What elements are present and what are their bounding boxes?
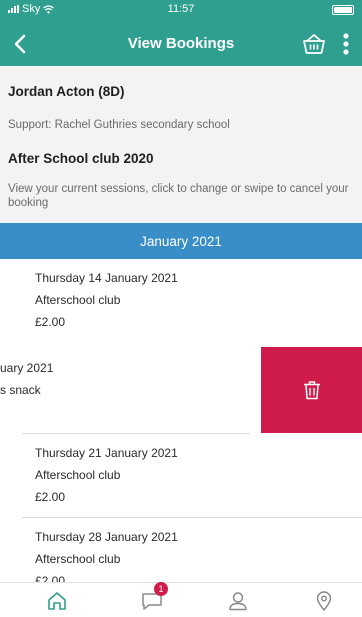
- swiped-row-content[interactable]: uary 2021 s snack: [0, 347, 262, 433]
- booking-date: Thursday 21 January 2021: [35, 446, 178, 460]
- booking-session: Afterschool club: [35, 552, 121, 566]
- booking-price: £2.00: [35, 574, 66, 582]
- cancel-booking-button[interactable]: [261, 347, 362, 433]
- messages-badge: 1: [154, 582, 168, 596]
- booking-info: Jordan Acton (8D) Support: Rachel Guthri…: [0, 66, 362, 223]
- month-label: January 2021: [140, 233, 222, 249]
- support-text: Support: Rachel Guthries secondary schoo…: [8, 119, 230, 131]
- basket-icon: [303, 34, 325, 54]
- club-name: After School club 2020: [8, 151, 154, 166]
- booking-session: Afterschool club: [35, 293, 121, 307]
- navbar: View Bookings: [0, 22, 362, 66]
- basket-button[interactable]: [300, 30, 328, 58]
- tab-location[interactable]: [312, 589, 336, 613]
- instructions-text: View your current sessions, click to cha…: [8, 183, 349, 209]
- home-icon: [48, 592, 66, 610]
- app-header: Sky 11:57 View Bookings: [0, 0, 362, 66]
- booking-session: s snack: [0, 383, 41, 397]
- booking-row[interactable]: Thursday 21 January 2021 Afterschool clu…: [0, 434, 362, 517]
- booking-row-swiped[interactable]: uary 2021 s snack: [0, 347, 362, 433]
- booking-price: £2.00: [35, 490, 66, 504]
- user-icon: [229, 592, 247, 611]
- booking-date: uary 2021: [0, 361, 54, 375]
- student-name: Jordan Acton (8D): [8, 84, 125, 99]
- more-button[interactable]: [336, 30, 356, 58]
- status-time: 11:57: [167, 3, 195, 15]
- tab-home[interactable]: [45, 589, 69, 613]
- month-header: January 2021: [0, 223, 362, 259]
- location-pin-icon: [316, 591, 332, 611]
- booking-date: Thursday 14 January 2021: [35, 271, 178, 285]
- more-vertical-icon: [343, 33, 349, 55]
- tab-messages[interactable]: 1: [140, 582, 168, 613]
- trash-icon: [303, 381, 320, 400]
- booking-date: Thursday 28 January 2021: [35, 530, 178, 544]
- tab-bar: 1: [0, 582, 362, 617]
- tab-profile[interactable]: [226, 589, 250, 613]
- status-bar: Sky 11:57: [0, 0, 362, 22]
- booking-session: Afterschool club: [35, 468, 121, 482]
- booking-row[interactable]: Thursday 14 January 2021 Afterschool clu…: [0, 259, 362, 347]
- booking-price: £2.00: [35, 315, 66, 329]
- battery-icon: [332, 5, 354, 15]
- booking-row[interactable]: Thursday 28 January 2021 Afterschool clu…: [0, 518, 362, 582]
